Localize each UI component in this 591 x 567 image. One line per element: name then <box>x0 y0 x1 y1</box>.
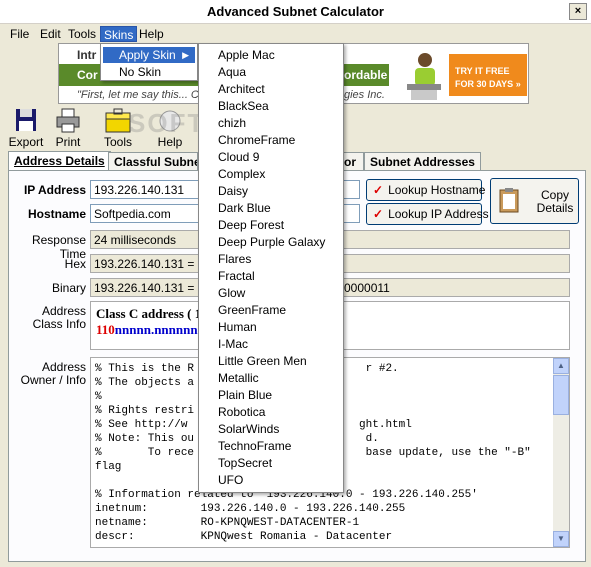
lookup-hostname-label: Lookup Hostname <box>388 183 486 197</box>
submenu-arrow-icon: ▶ <box>182 50 189 60</box>
menu-file[interactable]: File <box>7 26 32 42</box>
ip-address-label: IP Address <box>23 183 86 197</box>
binary-value-tail: 0000011 <box>344 281 390 295</box>
skin-menu-item[interactable]: GreenFrame <box>200 302 342 319</box>
skin-menu-item[interactable]: UFO <box>200 472 342 489</box>
print-button[interactable]: Print <box>48 108 88 149</box>
skin-menu-item[interactable]: SolarWinds <box>200 421 342 438</box>
apply-skin-menu-item[interactable]: Apply Skin ▶ <box>103 47 195 63</box>
skin-menu-item[interactable]: Robotica <box>200 404 342 421</box>
skin-menu-item[interactable]: Metallic <box>200 370 342 387</box>
banner-subline-tail: ordable <box>344 68 388 82</box>
menu-help[interactable]: Help <box>136 26 167 42</box>
binary-value-head: 193.226.140.131 = 11 <box>94 281 211 295</box>
skin-menu-item[interactable]: Deep Forest <box>200 217 342 234</box>
banner-quote: "First, let me say this... Ci <box>77 89 202 101</box>
class-bits-prefix: 110 <box>96 322 115 337</box>
skin-menu-item[interactable]: Aqua <box>200 64 342 81</box>
check-icon: ✓ <box>373 183 384 197</box>
tab-subnet-addresses[interactable]: Subnet Addresses <box>364 152 481 171</box>
lookup-hostname-button[interactable]: ✓ Lookup Hostname <box>366 179 486 201</box>
skin-menu-item[interactable]: Apple Mac <box>200 47 342 64</box>
lookup-ip-label: Lookup IP Address <box>388 207 489 221</box>
close-button[interactable]: × <box>569 3 587 20</box>
skin-menu-item[interactable]: ChromeFrame <box>200 132 342 149</box>
printer-icon <box>56 108 80 133</box>
export-button[interactable]: Export <box>6 108 46 149</box>
skin-menu-item[interactable]: Complex <box>200 166 342 183</box>
binary-label: Binary <box>51 281 86 295</box>
hex-label: Hex <box>64 257 86 271</box>
skins-dropdown: Apply Skin ▶ No Skin <box>100 43 198 81</box>
skin-menu-item[interactable]: Dark Blue <box>200 200 342 217</box>
banner-promo[interactable]: TRY IT FREE FOR 30 DAYS » <box>449 54 527 96</box>
skin-menu-item[interactable]: Daisy <box>200 183 342 200</box>
skin-list-menu: Apple Mac Aqua Architect BlackSea chizh Chrom… <box>198 43 344 493</box>
tab-classful-subnet[interactable]: Classful Subnet <box>108 152 198 171</box>
skin-menu-item[interactable]: Flares <box>200 251 342 268</box>
menu-edit[interactable]: Edit <box>37 26 64 42</box>
skin-menu-item[interactable]: Architect <box>200 81 342 98</box>
address-owner-info-label: Address Owner / Info <box>8 361 86 387</box>
scroll-down-icon[interactable]: ▼ <box>553 531 569 547</box>
no-skin-menu-item[interactable]: No Skin <box>103 64 195 80</box>
window-title: Advanced Subnet Calculator <box>207 4 384 19</box>
apply-skin-label: Apply Skin <box>119 48 176 62</box>
owner-info-scrollbar[interactable]: ▲ ▼ <box>553 358 569 547</box>
export-label: Export <box>8 135 44 149</box>
banner-headline: Intr <box>77 48 97 62</box>
skin-menu-item[interactable]: chizh <box>200 115 342 132</box>
promo-line-1: TRY IT FREE <box>455 66 510 76</box>
banner-quote-tail: gies Inc. <box>344 89 385 101</box>
hostname-label: Hostname <box>27 207 86 221</box>
skin-menu-item[interactable]: Human <box>200 319 342 336</box>
title-bar[interactable]: Advanced Subnet Calculator × <box>0 0 591 24</box>
banner-person-image <box>407 53 441 100</box>
skin-menu-item[interactable]: Little Green Men <box>200 353 342 370</box>
skin-menu-item[interactable]: Glow <box>200 285 342 302</box>
scroll-up-icon[interactable]: ▲ <box>553 358 569 374</box>
copy-line-2: Details <box>536 201 574 215</box>
tab-address-details[interactable]: Address Details <box>8 151 111 172</box>
banner-subline: Cor <box>77 68 98 82</box>
copy-details-button[interactable]: Copy Details <box>490 178 579 224</box>
lookup-ip-button[interactable]: ✓ Lookup IP Address <box>366 203 489 225</box>
scroll-thumb[interactable] <box>553 375 569 415</box>
skin-menu-item[interactable]: Plain Blue <box>200 387 342 404</box>
copy-details-label: Copy Details <box>535 189 575 215</box>
skin-menu-item[interactable]: Cloud 9 <box>200 149 342 166</box>
clipboard-icon <box>499 188 519 213</box>
skin-menu-item[interactable]: TopSecret <box>200 455 342 472</box>
print-label: Print <box>55 135 81 149</box>
skin-menu-item[interactable]: Deep Purple Galaxy <box>200 234 342 251</box>
skin-menu-item[interactable]: BlackSea <box>200 98 342 115</box>
class-label-line-2: Class Info <box>32 317 86 331</box>
floppy-disk-icon <box>16 109 36 131</box>
check-icon: ✓ <box>373 207 384 221</box>
skin-menu-item[interactable]: Fractal <box>200 268 342 285</box>
owner-label-line-2: Owner / Info <box>20 373 86 387</box>
skin-menu-item[interactable]: TechnoFrame <box>200 438 342 455</box>
menu-skins[interactable]: Skins <box>100 26 138 42</box>
menu-tools[interactable]: Tools <box>65 26 99 42</box>
menu-bar: File Edit Tools Skins Help <box>0 25 591 43</box>
promo-line-2: FOR 30 DAYS » <box>455 79 521 89</box>
address-class-info-label: Address Class Info <box>8 305 86 331</box>
skin-menu-item[interactable]: I-Mac <box>200 336 342 353</box>
